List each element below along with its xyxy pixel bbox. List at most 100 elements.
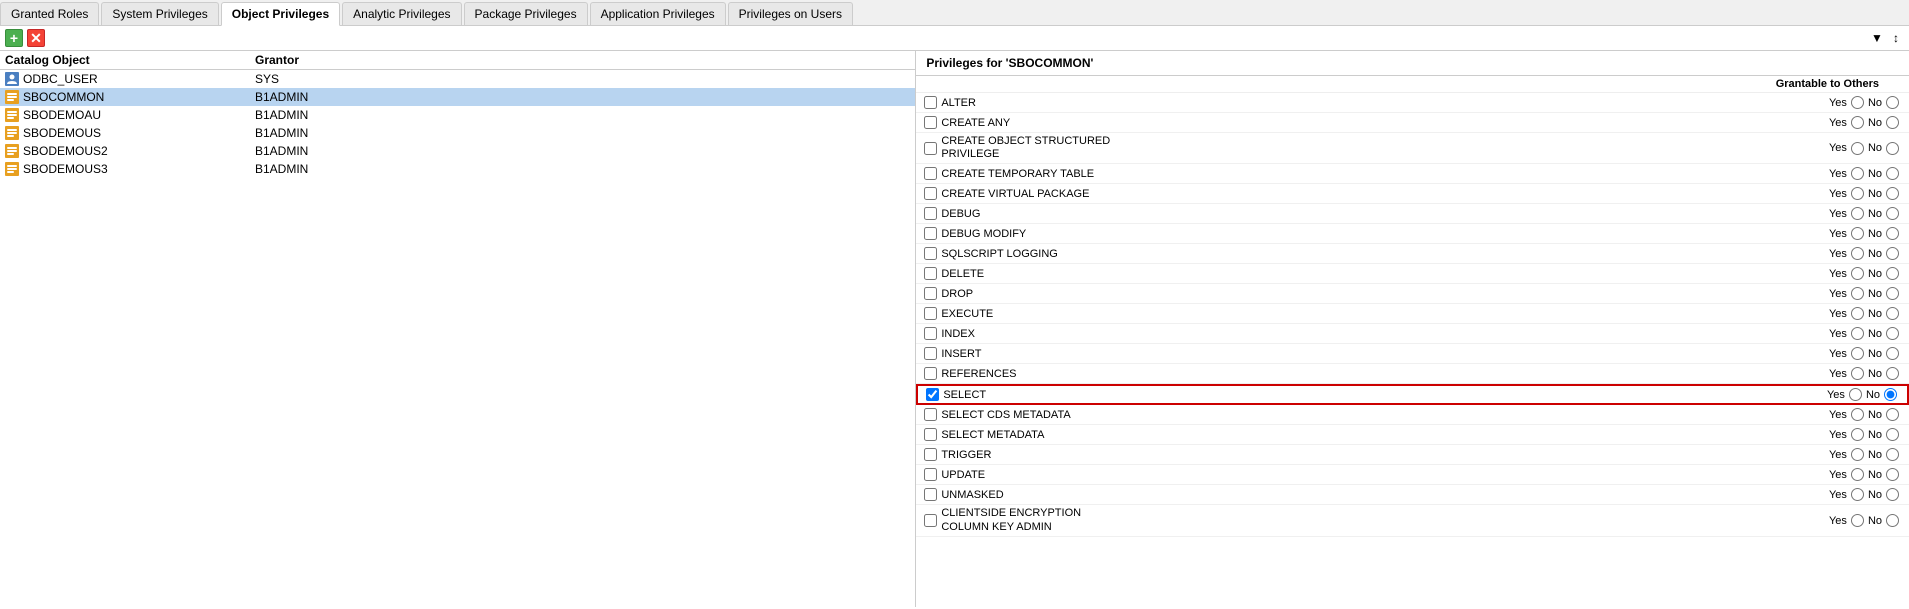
user-icon bbox=[5, 72, 19, 86]
table-row[interactable]: SBODEMOUS B1ADMIN bbox=[0, 124, 915, 142]
sort-icon[interactable]: ↕ bbox=[1888, 30, 1904, 46]
tab-system-privileges[interactable]: System Privileges bbox=[101, 2, 218, 25]
no-radio-insert[interactable] bbox=[1886, 347, 1899, 360]
yes-radio-create-any[interactable] bbox=[1851, 116, 1864, 129]
yes-radio-execute[interactable] bbox=[1851, 307, 1864, 320]
yes-label-create-any: Yes bbox=[1829, 117, 1847, 129]
no-label-drop: No bbox=[1868, 288, 1882, 300]
privilege-row-create-any: CREATE ANY Yes No bbox=[916, 113, 1909, 133]
schema-icon bbox=[5, 108, 19, 122]
yes-radio-update[interactable] bbox=[1851, 468, 1864, 481]
no-radio-create-object-structured-privilege[interactable] bbox=[1886, 142, 1899, 155]
no-radio-references[interactable] bbox=[1886, 367, 1899, 380]
no-radio-unmasked[interactable] bbox=[1886, 488, 1899, 501]
yes-label-sqlscript-logging: Yes bbox=[1829, 248, 1847, 260]
privilege-row-alter: ALTER Yes No bbox=[916, 93, 1909, 113]
priv-checkbox-alter[interactable] bbox=[924, 96, 937, 109]
no-label-trigger: No bbox=[1868, 449, 1882, 461]
tab-package-privileges[interactable]: Package Privileges bbox=[464, 2, 588, 25]
no-radio-trigger[interactable] bbox=[1886, 448, 1899, 461]
table-row[interactable]: SBODEMOUS3 B1ADMIN bbox=[0, 160, 915, 178]
yes-radio-select-metadata[interactable] bbox=[1851, 428, 1864, 441]
priv-name-references: REFERENCES bbox=[941, 368, 1016, 380]
yes-radio-sqlscript-logging[interactable] bbox=[1851, 247, 1864, 260]
priv-checkbox-references[interactable] bbox=[924, 367, 937, 380]
yes-label-index: Yes bbox=[1829, 328, 1847, 340]
tab-application-privileges[interactable]: Application Privileges bbox=[590, 2, 726, 25]
priv-checkbox-drop[interactable] bbox=[924, 287, 937, 300]
no-radio-select[interactable] bbox=[1884, 388, 1897, 401]
yes-radio-clientside-encryption-column-key-admin[interactable] bbox=[1851, 514, 1864, 527]
priv-name-execute: EXECUTE bbox=[941, 308, 993, 320]
no-radio-update[interactable] bbox=[1886, 468, 1899, 481]
yes-radio-select-cds-metadata[interactable] bbox=[1851, 408, 1864, 421]
yes-radio-create-temporary-table[interactable] bbox=[1851, 167, 1864, 180]
priv-checkbox-clientside-encryption-column-key-admin[interactable] bbox=[924, 514, 937, 527]
priv-checkbox-create-temporary-table[interactable] bbox=[924, 167, 937, 180]
table-row[interactable]: SBOCOMMON B1ADMIN bbox=[0, 88, 915, 106]
privilege-row-update: UPDATE Yes No bbox=[916, 465, 1909, 485]
priv-checkbox-create-virtual-package[interactable] bbox=[924, 187, 937, 200]
yes-radio-drop[interactable] bbox=[1851, 287, 1864, 300]
tab-granted-roles[interactable]: Granted Roles bbox=[0, 2, 99, 25]
priv-checkbox-select-metadata[interactable] bbox=[924, 428, 937, 441]
no-radio-delete[interactable] bbox=[1886, 267, 1899, 280]
priv-checkbox-unmasked[interactable] bbox=[924, 488, 937, 501]
no-radio-create-any[interactable] bbox=[1886, 116, 1899, 129]
filter-icon[interactable]: ▼ bbox=[1869, 30, 1885, 46]
yes-label-delete: Yes bbox=[1829, 268, 1847, 280]
yes-radio-debug[interactable] bbox=[1851, 207, 1864, 220]
no-label-create-any: No bbox=[1868, 117, 1882, 129]
tab-privileges-on-users[interactable]: Privileges on Users bbox=[728, 2, 853, 25]
priv-checkbox-execute[interactable] bbox=[924, 307, 937, 320]
no-radio-drop[interactable] bbox=[1886, 287, 1899, 300]
priv-checkbox-debug[interactable] bbox=[924, 207, 937, 220]
priv-checkbox-update[interactable] bbox=[924, 468, 937, 481]
yes-label-clientside-encryption-column-key-admin: Yes bbox=[1829, 515, 1847, 527]
yes-radio-select[interactable] bbox=[1849, 388, 1862, 401]
yes-label-unmasked: Yes bbox=[1829, 489, 1847, 501]
yes-radio-index[interactable] bbox=[1851, 327, 1864, 340]
priv-checkbox-create-object-structured-privilege[interactable] bbox=[924, 142, 937, 155]
no-radio-debug-modify[interactable] bbox=[1886, 227, 1899, 240]
no-radio-debug[interactable] bbox=[1886, 207, 1899, 220]
no-radio-select-metadata[interactable] bbox=[1886, 428, 1899, 441]
table-row[interactable]: SBODEMOAU B1ADMIN bbox=[0, 106, 915, 124]
yes-radio-unmasked[interactable] bbox=[1851, 488, 1864, 501]
tab-object-privileges[interactable]: Object Privileges bbox=[221, 2, 340, 26]
no-radio-execute[interactable] bbox=[1886, 307, 1899, 320]
no-radio-sqlscript-logging[interactable] bbox=[1886, 247, 1899, 260]
yes-radio-create-virtual-package[interactable] bbox=[1851, 187, 1864, 200]
yes-label-select: Yes bbox=[1827, 389, 1845, 401]
table-row[interactable]: SBODEMOUS2 B1ADMIN bbox=[0, 142, 915, 160]
no-radio-create-virtual-package[interactable] bbox=[1886, 187, 1899, 200]
no-radio-create-temporary-table[interactable] bbox=[1886, 167, 1899, 180]
no-radio-index[interactable] bbox=[1886, 327, 1899, 340]
priv-checkbox-debug-modify[interactable] bbox=[924, 227, 937, 240]
remove-button[interactable]: ✕ bbox=[27, 29, 45, 47]
table-row[interactable]: ODBC_USER SYS bbox=[0, 70, 915, 88]
yes-radio-debug-modify[interactable] bbox=[1851, 227, 1864, 240]
yes-radio-trigger[interactable] bbox=[1851, 448, 1864, 461]
tab-analytic-privileges[interactable]: Analytic Privileges bbox=[342, 2, 461, 25]
priv-checkbox-index[interactable] bbox=[924, 327, 937, 340]
yes-radio-alter[interactable] bbox=[1851, 96, 1864, 109]
yes-radio-references[interactable] bbox=[1851, 367, 1864, 380]
priv-checkbox-sqlscript-logging[interactable] bbox=[924, 247, 937, 260]
priv-checkbox-select-cds-metadata[interactable] bbox=[924, 408, 937, 421]
priv-checkbox-create-any[interactable] bbox=[924, 116, 937, 129]
priv-checkbox-delete[interactable] bbox=[924, 267, 937, 280]
yes-radio-insert[interactable] bbox=[1851, 347, 1864, 360]
yes-radio-create-object-structured-privilege[interactable] bbox=[1851, 142, 1864, 155]
no-radio-alter[interactable] bbox=[1886, 96, 1899, 109]
add-button[interactable]: + bbox=[5, 29, 23, 47]
no-radio-select-cds-metadata[interactable] bbox=[1886, 408, 1899, 421]
privilege-row-execute: EXECUTE Yes No bbox=[916, 304, 1909, 324]
yes-radio-delete[interactable] bbox=[1851, 267, 1864, 280]
priv-name-select-cds-metadata: SELECT CDS METADATA bbox=[941, 409, 1070, 421]
priv-checkbox-trigger[interactable] bbox=[924, 448, 937, 461]
priv-checkbox-insert[interactable] bbox=[924, 347, 937, 360]
no-radio-clientside-encryption-column-key-admin[interactable] bbox=[1886, 514, 1899, 527]
priv-checkbox-select[interactable] bbox=[926, 388, 939, 401]
priv-name-unmasked: UNMASKED bbox=[941, 489, 1003, 501]
